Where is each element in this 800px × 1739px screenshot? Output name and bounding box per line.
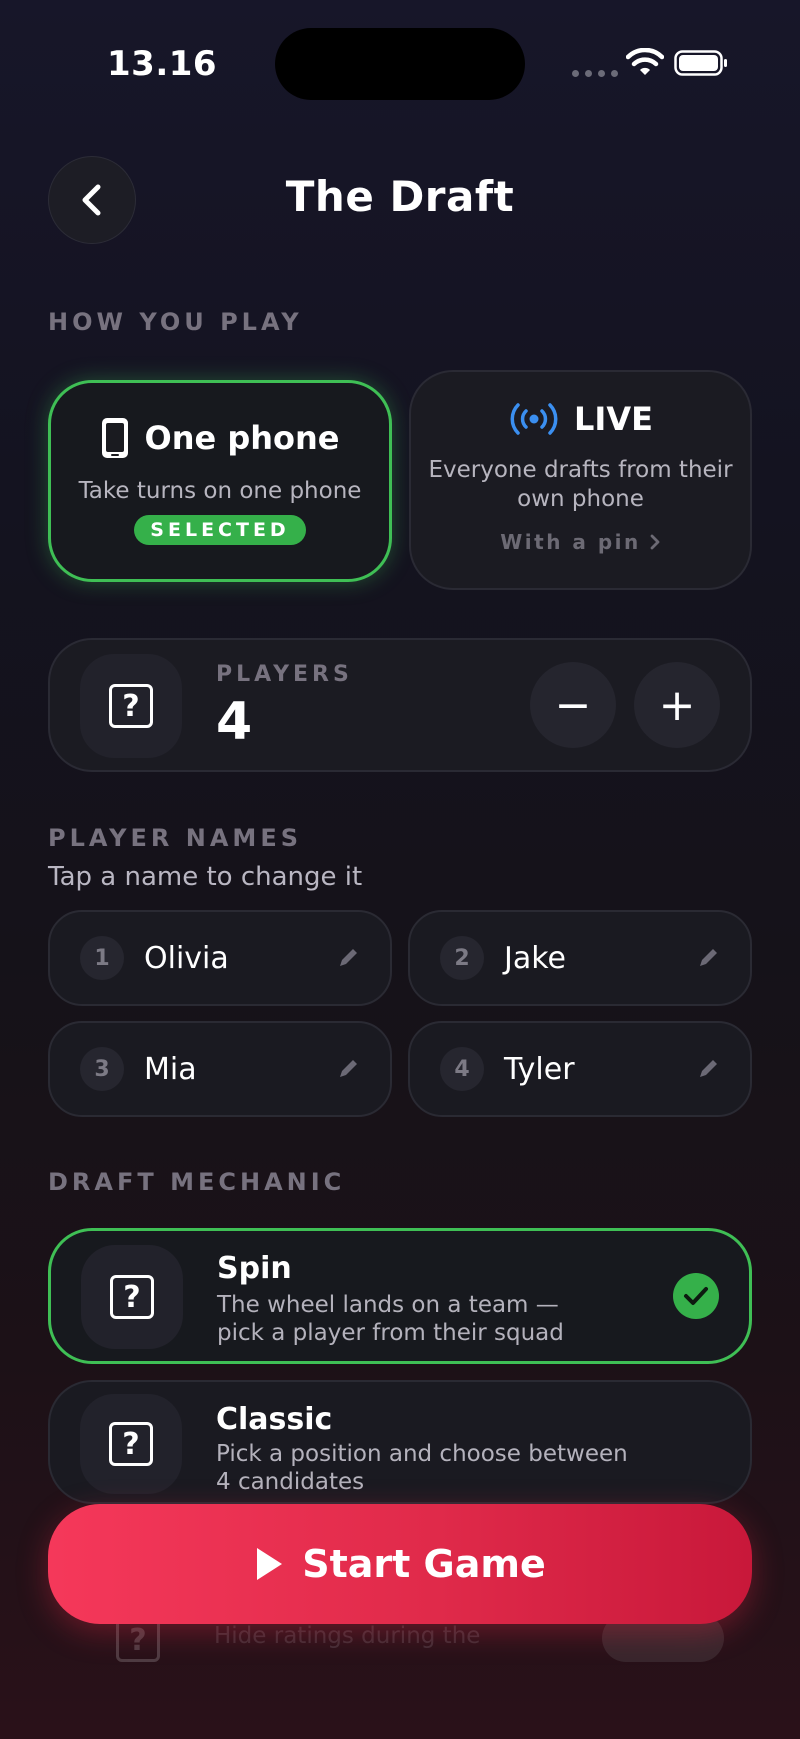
player-name-card-1[interactable]: 1 Olivia	[48, 910, 392, 1006]
chevron-right-icon	[650, 534, 660, 550]
page-title: The Draft	[285, 172, 515, 221]
players-count: 4	[216, 692, 253, 752]
wifi-icon	[626, 48, 664, 75]
check-icon	[673, 1273, 719, 1319]
mode-card-one-phone[interactable]: One phone Take turns on one phone SELECT…	[48, 380, 392, 582]
mode-title: One phone	[144, 419, 340, 457]
player-names-hint: Tap a name to change it	[48, 862, 363, 892]
players-label: PLAYERS	[216, 662, 353, 687]
mechanic-icon-box: ?	[80, 1394, 182, 1494]
player-name-card-4[interactable]: 4 Tyler	[408, 1021, 752, 1117]
question-icon: ?	[109, 1422, 153, 1466]
mechanic-desc-line-2: 4 candidates	[216, 1469, 365, 1495]
mechanic-desc-line-1: The wheel lands on a team —	[217, 1292, 559, 1318]
mode-description: Take turns on one phone	[78, 478, 362, 504]
mechanic-card-classic[interactable]: ? Classic Pick a position and choose bet…	[48, 1380, 752, 1504]
question-icon: ?	[110, 1275, 154, 1319]
mechanic-title: Classic	[216, 1402, 333, 1437]
hidden-setting-desc: Hide ratings during the	[214, 1623, 481, 1649]
pencil-icon	[700, 949, 717, 966]
signal-icon	[572, 70, 618, 77]
selected-badge: SELECTED	[134, 515, 306, 545]
player-number: 2	[440, 936, 484, 980]
with-pin-link[interactable]: With a pin	[411, 530, 750, 554]
mode-description-line-1: Everyone drafts from their	[428, 457, 733, 483]
play-icon	[257, 1548, 283, 1580]
broadcast-icon	[510, 403, 558, 435]
players-icon-box: ?	[80, 654, 182, 758]
question-icon: ?	[116, 1618, 160, 1662]
mechanic-card-spin[interactable]: ? Spin The wheel lands on a team — pick …	[48, 1228, 752, 1364]
question-icon: ?	[109, 684, 153, 728]
player-name: Olivia	[144, 940, 229, 976]
section-label-player-names: PLAYER NAMES	[48, 824, 302, 852]
player-number: 1	[80, 936, 124, 980]
dynamic-island	[275, 28, 525, 100]
pencil-icon	[700, 1060, 717, 1077]
player-name-card-3[interactable]: 3 Mia	[48, 1021, 392, 1117]
player-name: Jake	[504, 940, 566, 976]
mechanic-desc-line-1: Pick a position and choose between	[216, 1441, 628, 1467]
section-label-how-you-play: HOW YOU PLAY	[48, 308, 303, 336]
decrease-players-button[interactable]: −	[530, 662, 616, 748]
pencil-icon	[340, 1060, 357, 1077]
mechanic-icon-box: ?	[81, 1245, 183, 1349]
battery-icon	[674, 50, 727, 76]
mode-description-line-2: own phone	[517, 486, 644, 512]
hidden-setting-row: ? Hide ratings during the	[80, 1612, 760, 1692]
start-game-label: Start Game	[302, 1542, 546, 1586]
player-number: 4	[440, 1047, 484, 1091]
player-name: Tyler	[504, 1051, 575, 1087]
players-card: ? PLAYERS 4 − +	[48, 638, 752, 772]
mechanic-title: Spin	[217, 1251, 292, 1286]
player-name-card-2[interactable]: 2 Jake	[408, 910, 752, 1006]
phone-icon	[101, 418, 128, 458]
pencil-icon	[340, 949, 357, 966]
start-game-button[interactable]: Start Game	[48, 1504, 752, 1624]
status-time: 13.16	[107, 44, 218, 84]
mode-title: LIVE	[574, 400, 653, 438]
mode-card-live[interactable]: LIVE Everyone drafts from their own phon…	[409, 370, 752, 590]
player-number: 3	[80, 1047, 124, 1091]
mechanic-desc-line-2: pick a player from their squad	[217, 1320, 564, 1346]
with-pin-label: With a pin	[500, 530, 641, 554]
section-label-draft-mechanic: DRAFT MECHANIC	[48, 1168, 346, 1196]
player-name: Mia	[144, 1051, 197, 1087]
increase-players-button[interactable]: +	[634, 662, 720, 748]
